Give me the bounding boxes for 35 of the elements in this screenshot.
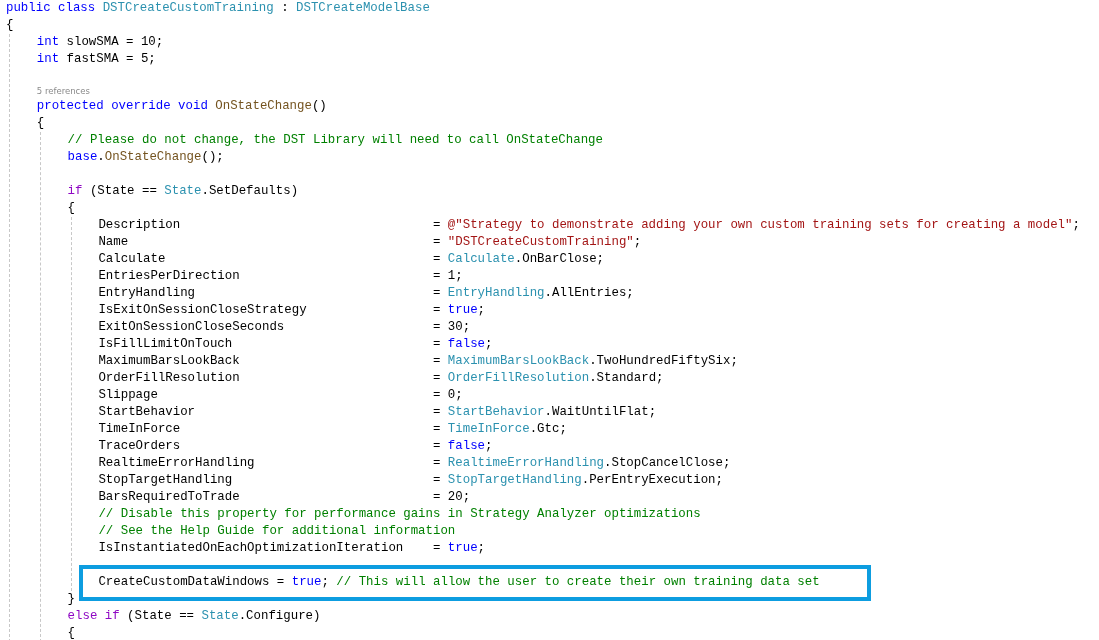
code-line: RealtimeErrorHandling = RealtimeErrorHandling.StopCancelClose;: [98, 455, 731, 472]
code-line: TraceOrders = false;: [98, 438, 493, 455]
code-line: {: [67, 625, 76, 640]
code-line: OrderFillResolution = OrderFillResolution.Standard;: [98, 370, 664, 387]
reference-count[interactable]: 5 references: [36, 85, 90, 98]
code-line: IsExitOnSessionCloseStrategy = true;: [98, 302, 486, 319]
code-line: Calculate = Calculate.OnBarClose;: [98, 251, 604, 268]
code-line: base.OnStateChange();: [67, 149, 224, 166]
code-line: EntriesPerDirection = 1;: [98, 268, 463, 285]
code-line: // Disable this property for performance gains in Strategy Analyzer optimizations: [98, 506, 701, 523]
code-line: BarsRequiredToTrade = 20;: [98, 489, 471, 506]
code-line: {: [67, 200, 76, 217]
code-line: // See the Help Guide for additional information: [98, 523, 456, 540]
code-line: }: [67, 591, 76, 608]
code-line: TimeInForce = TimeInForce.Gtc;: [98, 421, 567, 438]
code-line: else if (State == State.Configure): [67, 608, 321, 625]
code-line: public class DSTCreateCustomTraining : DSTCreateModelBase: [6, 0, 430, 17]
code-line: MaximumBarsLookBack = MaximumBarsLookBack.TwoHundredFiftySix;: [98, 353, 738, 370]
code-line: if (State == State.SetDefaults): [67, 183, 299, 200]
code-line: StopTargetHandling = StopTargetHandling.PerEntryExecution;: [98, 472, 723, 489]
code-line: Description = @"Strategy to demonstrate adding your own custom training sets for creating a model";: [98, 217, 1080, 234]
code-line: IsFillLimitOnTouch = false;: [98, 336, 493, 353]
code-line: int fastSMA = 5;: [36, 51, 156, 68]
code-line: EntryHandling = EntryHandling.AllEntries;: [98, 285, 634, 302]
code-line: {: [36, 115, 45, 132]
code-line: StartBehavior = StartBehavior.WaitUntilFlat;: [98, 404, 657, 421]
code-line: int slowSMA = 10;: [36, 34, 164, 51]
code-line: Slippage = 0;: [98, 387, 463, 404]
code-line: {: [6, 17, 14, 34]
code-line: ExitOnSessionCloseSeconds = 30;: [98, 319, 471, 336]
code-line: Name = "DSTCreateCustomTraining";: [98, 234, 642, 251]
code-line: // Please do not change, the DST Library will need to call OnStateChange: [67, 132, 603, 149]
code-line: protected override void OnStateChange(): [36, 98, 327, 115]
code-line: IsInstantiatedOnEachOptimizationIteration = true;: [98, 540, 486, 557]
code-line: CreateCustomDataWindows = true; // This will allow the user to create their own training data set: [98, 574, 820, 591]
